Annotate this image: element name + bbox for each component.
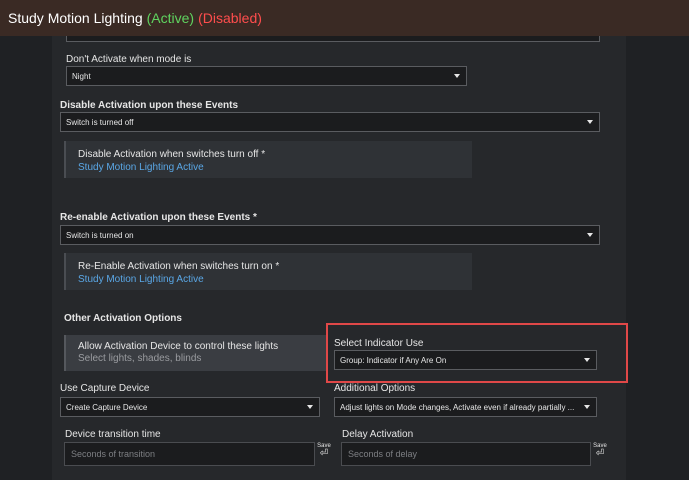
chevron-down-icon: [584, 405, 590, 409]
reenable-events-label: Re-enable Activation upon these Events *: [60, 212, 257, 223]
reenable-events-value: Switch is turned on: [66, 230, 134, 240]
allow-activation-subtitle: Select lights, shades, blinds: [78, 353, 202, 364]
other-options-heading: Other Activation Options: [64, 313, 182, 324]
chevron-down-icon: [307, 405, 313, 409]
reenable-switches-card[interactable]: Re-Enable Activation when switches turn …: [64, 253, 472, 290]
chevron-down-icon: [454, 74, 460, 78]
additional-select[interactable]: Adjust lights on Mode changes, Activate …: [334, 397, 597, 417]
dont-activate-value: Night: [72, 71, 91, 81]
enter-icon: ⏎: [319, 448, 329, 459]
capture-select[interactable]: Create Capture Device: [60, 397, 320, 417]
active-status: (Active): [146, 10, 195, 26]
transition-label: Device transition time: [65, 429, 161, 440]
additional-value: Adjust lights on Mode changes, Activate …: [340, 402, 575, 412]
disable-switches-card[interactable]: Disable Activation when switches turn of…: [64, 141, 472, 178]
reenable-card-link[interactable]: Study Motion Lighting Active: [78, 274, 204, 285]
title-bar: Study Motion Lighting (Active) (Disabled…: [0, 0, 689, 36]
transition-input[interactable]: Seconds of transition: [64, 442, 315, 466]
enter-icon: ⏎: [595, 448, 605, 459]
delay-label: Delay Activation: [342, 429, 414, 440]
transition-save-button[interactable]: Save ⏎: [317, 443, 331, 459]
reenable-card-title: Re-Enable Activation when switches turn …: [78, 261, 280, 272]
dont-activate-label: Don't Activate when mode is: [66, 54, 192, 65]
delay-input[interactable]: Seconds of delay: [341, 442, 591, 466]
allow-activation-device-card[interactable]: Allow Activation Device to control these…: [64, 335, 326, 371]
capture-label: Use Capture Device: [60, 383, 150, 394]
allow-activation-title: Allow Activation Device to control these…: [78, 341, 279, 352]
dont-activate-select[interactable]: Night: [66, 66, 467, 86]
transition-placeholder: Seconds of transition: [71, 449, 156, 459]
disable-card-link[interactable]: Study Motion Lighting Active: [78, 162, 204, 173]
delay-placeholder: Seconds of delay: [348, 449, 418, 459]
chevron-down-icon: [587, 233, 593, 237]
capture-value: Create Capture Device: [66, 402, 148, 412]
disabled-status: (Disabled): [198, 10, 262, 26]
disable-events-value: Switch is turned off: [66, 117, 134, 127]
reenable-events-select[interactable]: Switch is turned on: [60, 225, 600, 245]
app-title: Study Motion Lighting: [8, 10, 143, 26]
chevron-down-icon: [587, 120, 593, 124]
disable-events-label: Disable Activation upon these Events: [60, 100, 239, 111]
disable-events-select[interactable]: Switch is turned off: [60, 112, 600, 132]
top-partial-field[interactable]: [66, 36, 600, 42]
additional-label: Additional Options: [334, 383, 416, 394]
disable-card-title: Disable Activation when switches turn of…: [78, 149, 266, 160]
highlight-box: [326, 323, 628, 383]
delay-save-button[interactable]: Save ⏎: [593, 443, 607, 459]
